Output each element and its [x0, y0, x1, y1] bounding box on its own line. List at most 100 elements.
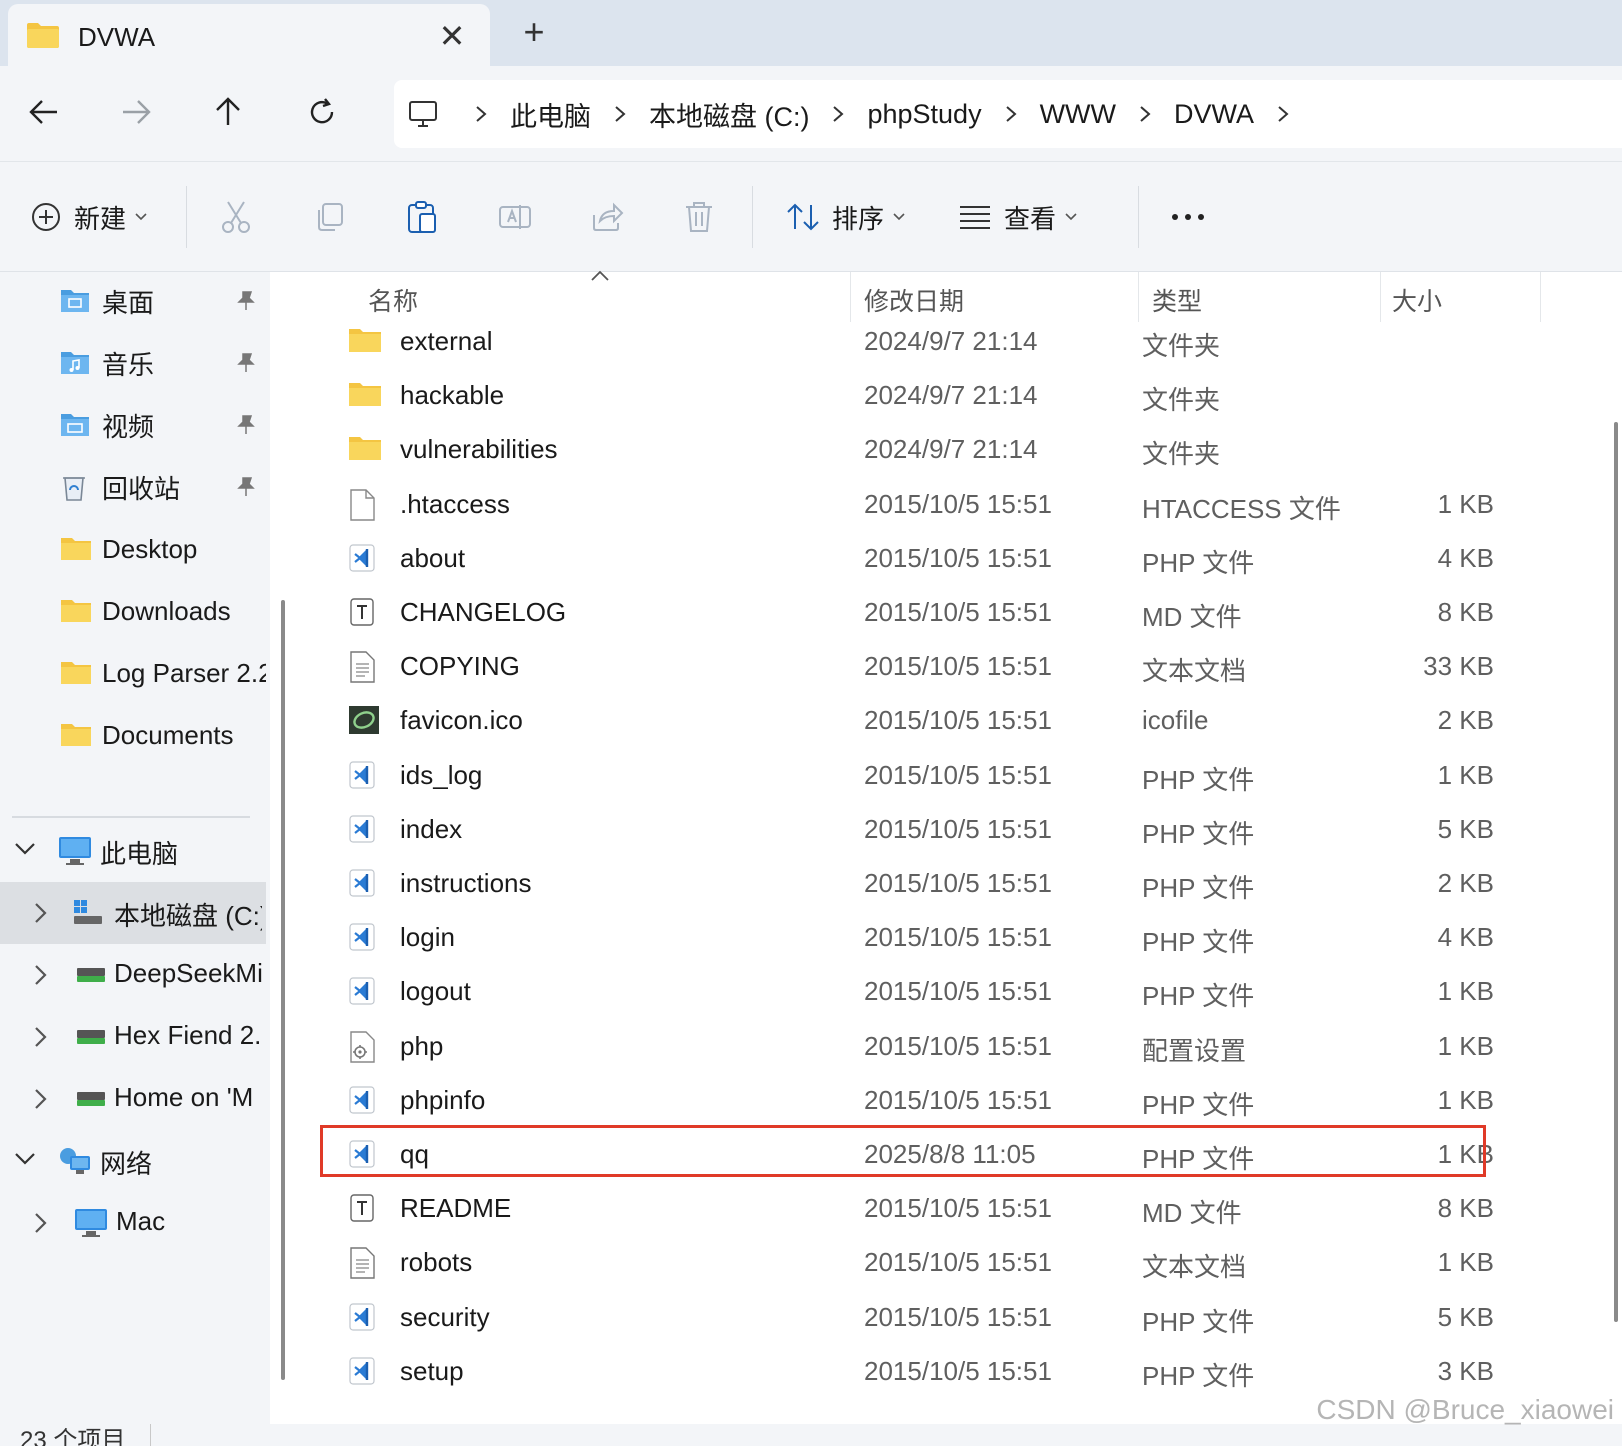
- breadcrumb-www[interactable]: WWW: [1040, 99, 1116, 130]
- sidebar-item-this-pc[interactable]: 此电脑: [0, 820, 266, 882]
- sidebar-item-videos[interactable]: 视频: [0, 396, 266, 454]
- breadcrumb-this-pc[interactable]: 此电脑: [510, 95, 591, 134]
- sidebar-scrollbar[interactable]: [281, 600, 285, 1380]
- more-options-button[interactable]: [1170, 188, 1206, 246]
- file-row[interactable]: security 2015/10/5 15:51 PHP 文件 5 KB: [330, 1290, 1600, 1344]
- file-name: CHANGELOG: [400, 597, 567, 627]
- file-row[interactable]: php 2015/10/5 15:51 配置设置 1 KB: [330, 1019, 1600, 1073]
- chevron-right-icon[interactable]: [809, 105, 867, 123]
- file-row[interactable]: about 2015/10/5 15:51 PHP 文件 4 KB: [330, 531, 1600, 585]
- file-type: PHP 文件: [1142, 873, 1255, 903]
- file-row[interactable]: vulnerabilities 2024/9/7 21:14 文件夹: [330, 422, 1600, 476]
- sidebar-item-deepseekmi[interactable]: DeepSeekMi: [0, 944, 266, 1006]
- column-header-size[interactable]: 大小: [1392, 282, 1442, 318]
- folder-icon: [348, 326, 382, 359]
- network-icon: [58, 1146, 92, 1181]
- sort-button[interactable]: 排序: [786, 188, 906, 246]
- file-row[interactable]: setup 2015/10/5 15:51 PHP 文件 3 KB: [330, 1344, 1600, 1398]
- config-file-icon: [348, 1030, 376, 1068]
- toolbar-divider: [752, 186, 753, 248]
- chevron-right-icon[interactable]: [34, 964, 48, 991]
- back-button[interactable]: [18, 86, 70, 138]
- file-row[interactable]: phpinfo 2015/10/5 15:51 PHP 文件 1 KB: [330, 1073, 1600, 1127]
- file-row[interactable]: .htaccess 2015/10/5 15:51 HTACCESS 文件 1 KB: [330, 477, 1600, 531]
- chevron-right-icon[interactable]: [982, 105, 1040, 123]
- sidebar-item-documents[interactable]: Documents: [0, 706, 266, 764]
- pin-icon[interactable]: [236, 476, 256, 503]
- file-row[interactable]: external 2024/9/7 21:14 文件夹: [330, 314, 1600, 368]
- forward-button[interactable]: [110, 86, 162, 138]
- file-row[interactable]: favicon.ico 2015/10/5 15:51 icofile 2 KB: [330, 693, 1600, 747]
- copy-button[interactable]: [314, 188, 346, 246]
- file-size: 8 KB: [1437, 597, 1494, 627]
- computer-icon[interactable]: [394, 99, 452, 129]
- sidebar-item-recycle-bin[interactable]: 回收站: [0, 458, 266, 516]
- file-size: 1 KB: [1437, 1030, 1494, 1061]
- file-row[interactable]: ids_log 2015/10/5 15:51 PHP 文件 1 KB: [330, 748, 1600, 802]
- file-list-scrollbar[interactable]: [1614, 422, 1618, 1322]
- chevron-right-icon[interactable]: [591, 105, 649, 123]
- breadcrumb-local-disk[interactable]: 本地磁盘 (C:): [649, 95, 809, 134]
- sidebar-item-music[interactable]: 音乐: [0, 334, 266, 392]
- file-row[interactable]: robots 2015/10/5 15:51 文本文档 1 KB: [330, 1235, 1600, 1289]
- refresh-button[interactable]: [296, 86, 348, 138]
- chevron-down-icon[interactable]: [14, 842, 36, 861]
- pin-icon[interactable]: [236, 414, 256, 441]
- sidebar-item-label: Hex Fiend 2.1: [114, 1020, 262, 1050]
- breadcrumb: 此电脑 本地磁盘 (C:) phpStudy WWW DVWA: [394, 80, 1312, 148]
- sidebar-item-downloads[interactable]: Downloads: [0, 582, 266, 640]
- file-row[interactable]: instructions 2015/10/5 15:51 PHP 文件 2 KB: [330, 856, 1600, 910]
- sidebar-item-local-disk[interactable]: 本地磁盘 (C:): [0, 882, 266, 944]
- chevron-right-icon[interactable]: [34, 1088, 48, 1115]
- sidebar-item-hex-fiend[interactable]: Hex Fiend 2.1: [0, 1006, 266, 1068]
- sidebar-item-desktop[interactable]: Desktop: [0, 520, 266, 578]
- chevron-right-icon[interactable]: [452, 105, 510, 123]
- view-button[interactable]: 查看: [958, 188, 1078, 246]
- sidebar-item-mac[interactable]: Mac: [0, 1192, 266, 1254]
- status-divider: [150, 1424, 151, 1446]
- sidebar-item-network[interactable]: 网络: [0, 1130, 266, 1192]
- column-header-type[interactable]: 类型: [1152, 282, 1202, 318]
- file-row[interactable]: index 2015/10/5 15:51 PHP 文件 5 KB: [330, 802, 1600, 856]
- tab-dvwa[interactable]: DVWA ✕: [8, 4, 490, 66]
- chevron-right-icon[interactable]: [34, 1026, 48, 1053]
- file-row[interactable]: login 2015/10/5 15:51 PHP 文件 4 KB: [330, 910, 1600, 964]
- file-type: PHP 文件: [1142, 818, 1255, 849]
- file-row[interactable]: CHANGELOG 2015/10/5 15:51 MD 文件 8 KB: [330, 585, 1600, 639]
- paste-button[interactable]: [406, 188, 438, 246]
- chevron-right-icon[interactable]: [1254, 105, 1312, 123]
- address-bar[interactable]: 此电脑 本地磁盘 (C:) phpStudy WWW DVWA: [394, 80, 1622, 148]
- sidebar-item-desktop-cn[interactable]: 桌面: [0, 272, 266, 330]
- column-header-name[interactable]: 名称: [368, 282, 418, 318]
- file-row[interactable]: logout 2015/10/5 15:51 PHP 文件 1 KB: [330, 964, 1600, 1018]
- sidebar-item-log-parser[interactable]: Log Parser 2.2: [0, 644, 266, 702]
- sidebar-item-home-on-m[interactable]: Home on 'M: [0, 1068, 266, 1130]
- chevron-right-icon[interactable]: [34, 902, 48, 929]
- pin-icon[interactable]: [236, 290, 256, 317]
- close-tab-icon[interactable]: ✕: [432, 16, 472, 56]
- up-button[interactable]: [202, 86, 254, 138]
- chevron-right-icon[interactable]: [1116, 105, 1174, 123]
- file-size: 4 KB: [1437, 542, 1494, 573]
- new-tab-icon[interactable]: +: [514, 12, 554, 52]
- column-header-date[interactable]: 修改日期: [864, 282, 964, 318]
- pin-icon[interactable]: [236, 352, 256, 379]
- cut-button[interactable]: [220, 188, 252, 246]
- breadcrumb-phpstudy[interactable]: phpStudy: [867, 99, 981, 130]
- file-row[interactable]: README 2015/10/5 15:51 MD 文件 8 KB: [330, 1181, 1600, 1235]
- rename-button[interactable]: [498, 188, 532, 246]
- navigation-bar: 此电脑 本地磁盘 (C:) phpStudy WWW DVWA: [0, 66, 1622, 162]
- chevron-right-icon[interactable]: [34, 1212, 48, 1239]
- new-button[interactable]: 新建: [30, 188, 148, 246]
- file-name: vulnerabilities: [400, 434, 558, 465]
- file-row[interactable]: COPYING 2015/10/5 15:51 文本文档 33 KB: [330, 639, 1600, 693]
- vscode-file-icon: [348, 868, 376, 903]
- share-button[interactable]: [590, 188, 624, 246]
- highlight-box: [320, 1125, 1486, 1177]
- chevron-down-icon[interactable]: [14, 1152, 36, 1171]
- rename-icon: [499, 205, 531, 229]
- breadcrumb-dvwa[interactable]: DVWA: [1174, 99, 1254, 130]
- file-row[interactable]: hackable 2024/9/7 21:14 文件夹: [330, 368, 1600, 422]
- file-date: 2015/10/5 15:51: [864, 597, 1052, 627]
- delete-button[interactable]: [684, 188, 714, 246]
